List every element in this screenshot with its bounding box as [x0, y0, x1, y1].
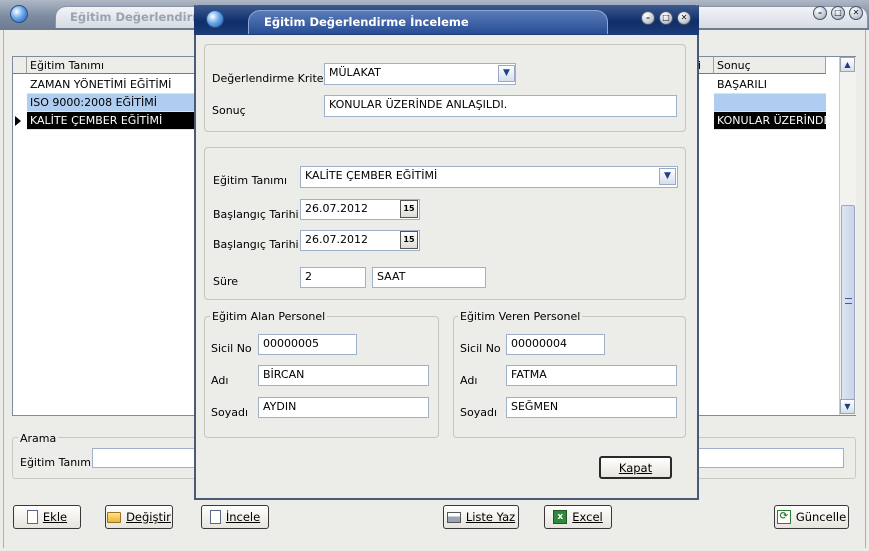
refresh-button[interactable]: ⟳ Güncelle	[774, 505, 849, 529]
folder-icon	[107, 511, 122, 523]
table-row[interactable]: ISO 9000:2008 EĞİTİMİ	[27, 94, 195, 112]
close-button-label: Kapat	[618, 460, 653, 475]
giver-name-field[interactable]: FATMA	[506, 365, 677, 386]
receiver-name-label: Adı	[211, 374, 229, 387]
grid-vertical-scrollbar[interactable]: ▲ ▼	[839, 57, 856, 415]
inspect-document-icon	[209, 510, 221, 524]
start-date-label-2: Başlangıç Tarihi	[213, 238, 299, 251]
table-cell-result[interactable]: BAŞARILI	[714, 76, 826, 94]
dialog-close-icon[interactable]: ✕	[677, 11, 691, 25]
giver-surname-field[interactable]: SEĞMEN	[506, 397, 677, 418]
start-date-label: Başlangıç Tarihi	[213, 208, 299, 221]
inspection-dialog: Eğitim Değerlendirme İnceleme – □ ✕ Değe…	[194, 5, 699, 500]
dialog-globe-icon[interactable]	[206, 10, 224, 28]
scroll-grip-icon	[845, 298, 852, 304]
training-label: Eğitim Tanımı	[213, 174, 288, 187]
giver-sicil-field[interactable]: 00000004	[506, 334, 605, 355]
chevron-down-icon[interactable]: ▼	[498, 65, 515, 82]
printer-icon	[446, 511, 461, 523]
chevron-down-icon[interactable]: ▼	[659, 168, 676, 185]
add-button-label: Ekle	[42, 510, 68, 524]
maximize-icon[interactable]: □	[831, 6, 845, 20]
training-value: KALİTE ÇEMBER EĞİTİMİ	[305, 169, 438, 182]
criteria-select[interactable]: MÜLAKAT	[324, 63, 516, 85]
scroll-up-icon[interactable]: ▲	[840, 57, 855, 72]
evaluation-panel	[204, 44, 686, 132]
scroll-down-icon[interactable]: ▼	[840, 399, 855, 414]
duration-field[interactable]: 2	[300, 267, 366, 288]
new-document-icon	[26, 510, 38, 524]
search-group-label: Arama	[18, 432, 59, 445]
close-icon[interactable]: ✕	[849, 6, 863, 20]
table-row-selected[interactable]: KALİTE ÇEMBER EĞİTİMİ	[27, 112, 195, 130]
scroll-thumb[interactable]	[841, 205, 855, 405]
receiver-sicil-field[interactable]: 00000005	[258, 334, 357, 355]
search-field-label: Eğitim Tanımı	[20, 456, 95, 469]
column-header-training[interactable]: Eğitim Tanımı	[27, 57, 195, 74]
print-list-button[interactable]: Liste Yaz	[443, 505, 519, 529]
table-row[interactable]: ZAMAN YÖNETİMİ EĞİTİMİ	[27, 76, 195, 94]
receiver-surname-field[interactable]: AYDIN	[258, 397, 429, 418]
dialog-maximize-icon[interactable]: □	[659, 11, 673, 25]
excel-button-label: Excel	[572, 510, 603, 524]
refresh-button-label: Güncelle	[795, 510, 847, 524]
giver-name-label: Adı	[460, 374, 478, 387]
row-pointer-icon	[15, 116, 21, 126]
excel-button[interactable]: x Excel	[544, 505, 612, 529]
dialog-minimize-icon[interactable]: –	[641, 11, 655, 25]
main-window-title: Eğitim Değerlendirme	[70, 10, 213, 24]
column-header-result[interactable]: Sonuç	[714, 57, 826, 74]
row-indicator-header	[13, 57, 27, 74]
giver-group-label: Eğitim Veren Personel	[458, 310, 583, 323]
giver-surname-label: Soyadı	[460, 406, 498, 419]
receiver-name-field[interactable]: BİRCAN	[258, 365, 429, 386]
result-label: Sonuç	[212, 104, 246, 117]
receiver-sicil-label: Sicil No	[211, 342, 252, 355]
giver-sicil-label: Sicil No	[460, 342, 501, 355]
app-globe-icon[interactable]	[10, 5, 28, 23]
inspect-button[interactable]: İncele	[201, 505, 269, 529]
edit-button-label: Değiştir	[126, 510, 171, 524]
receiver-surname-label: Soyadı	[211, 406, 249, 419]
print-list-button-label: Liste Yaz	[465, 510, 516, 524]
result-field[interactable]: KONULAR ÜZERİNDE ANLAŞILDI.	[324, 95, 677, 117]
inspect-button-label: İncele	[225, 510, 261, 524]
minimize-icon[interactable]: –	[813, 6, 827, 20]
criteria-value: MÜLAKAT	[329, 66, 381, 79]
duration-unit-field[interactable]: SAAT	[372, 267, 486, 288]
refresh-icon: ⟳	[776, 510, 791, 524]
edit-button[interactable]: Değiştir	[105, 505, 173, 529]
training-select[interactable]: KALİTE ÇEMBER EĞİTİMİ	[300, 166, 678, 188]
add-button[interactable]: Ekle	[13, 505, 81, 529]
dialog-title: Eğitim Değerlendirme İnceleme	[264, 15, 469, 29]
calendar-icon[interactable]: 15	[400, 231, 418, 249]
calendar-icon[interactable]: 15	[400, 200, 418, 218]
close-button[interactable]: Kapat	[599, 456, 672, 479]
duration-label: Süre	[213, 275, 239, 288]
table-cell-result-selected[interactable]: KONULAR ÜZERİNDE	[714, 112, 826, 130]
table-cell-result[interactable]	[714, 94, 826, 112]
receiver-group-label: Eğitim Alan Personel	[210, 310, 328, 323]
criteria-label: Değerlendirme Kriteri	[212, 72, 332, 85]
excel-icon: x	[553, 510, 568, 524]
